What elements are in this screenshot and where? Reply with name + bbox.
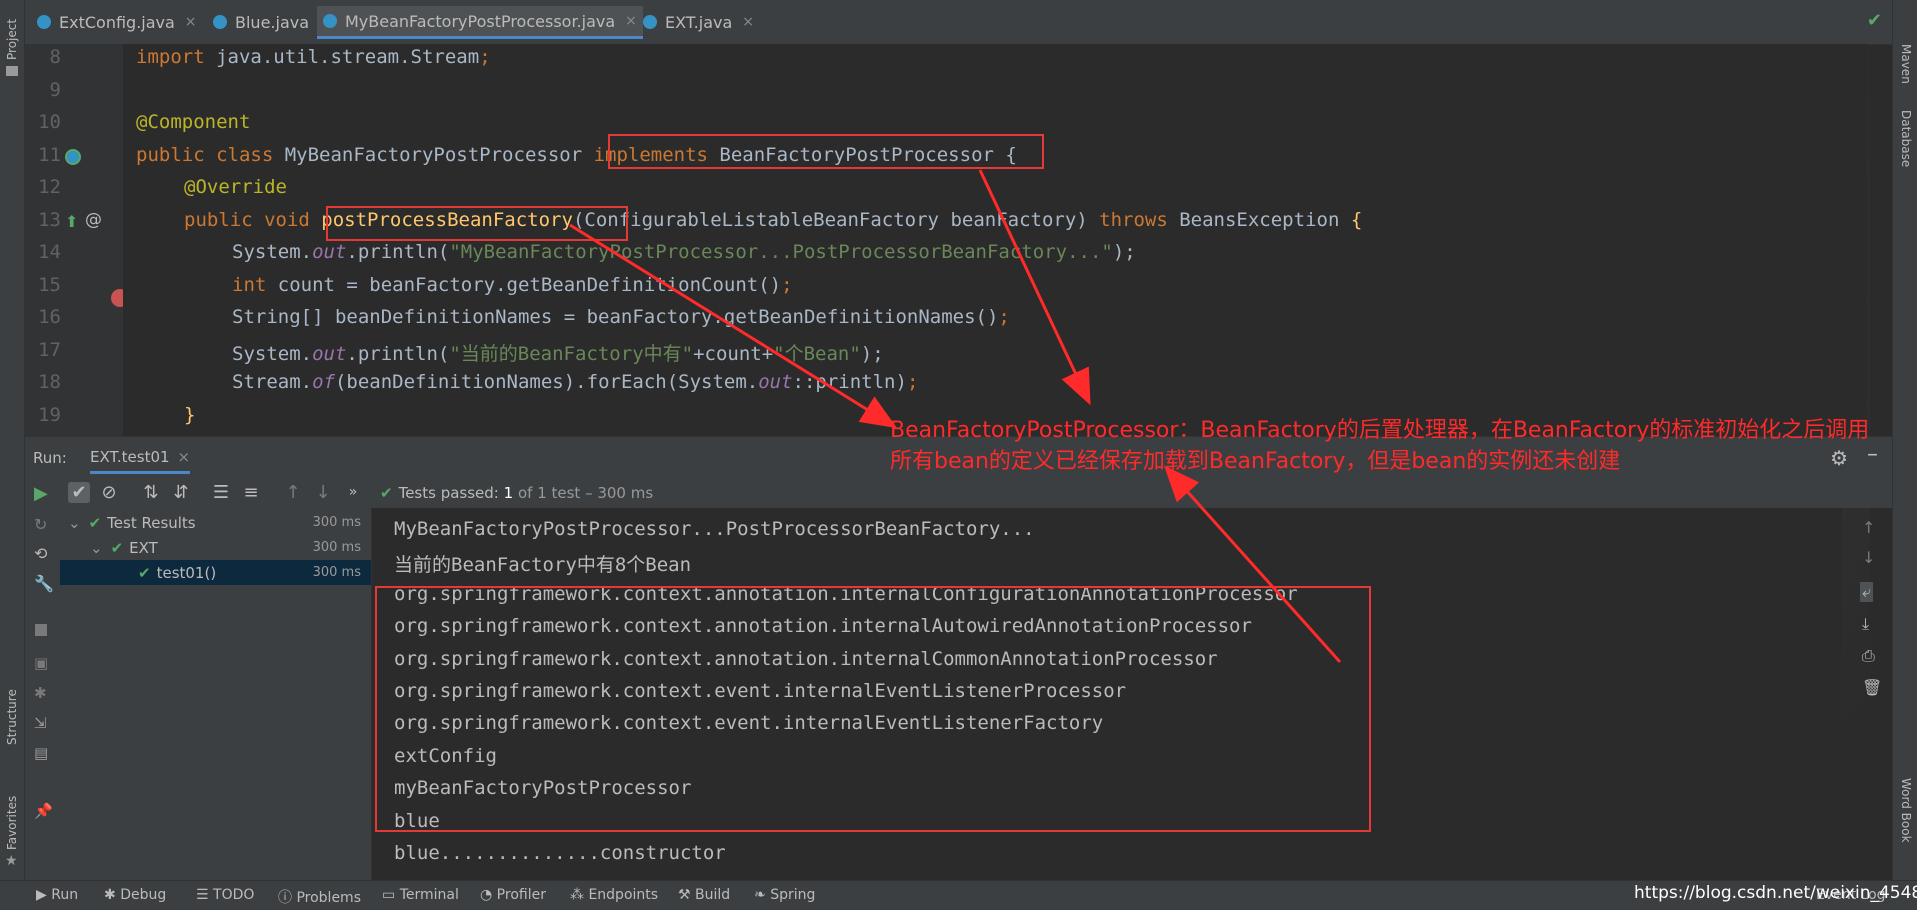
play-icon: ▶ xyxy=(36,887,52,903)
arrow-from-method xyxy=(569,223,898,429)
terminal-icon: ▭ xyxy=(382,887,400,903)
endpoints-tool-button[interactable]: ⁂ Endpoints xyxy=(570,887,658,903)
watermark: https://blog.csdn.net/weixin_45480785 xyxy=(1634,883,1917,903)
arrow-from-console xyxy=(1163,465,1342,664)
spring-tool-button[interactable]: ❧ Spring xyxy=(754,887,815,903)
leaf-icon: ❧ xyxy=(754,887,771,903)
build-tool-button[interactable]: ⚒ Build xyxy=(678,887,730,903)
endpoints-icon: ⁂ xyxy=(570,887,589,903)
todo-tool-button[interactable]: ☰ TODO xyxy=(196,887,254,903)
info-icon: ⓘ xyxy=(278,890,297,906)
hammer-icon: ⚒ xyxy=(678,887,696,903)
run-tool-button[interactable]: ▶ Run xyxy=(36,887,78,903)
bottom-tool-bar: ▶ Run ✱ Debug ☰ TODO ⓘ Problems ▭ Termin… xyxy=(0,880,1917,910)
terminal-tool-button[interactable]: ▭ Terminal xyxy=(382,887,459,903)
profiler-tool-button[interactable]: ◔ Profiler xyxy=(480,887,546,903)
list-icon: ☰ xyxy=(196,887,214,903)
annotation-arrows xyxy=(569,169,1342,664)
arrow-from-implements xyxy=(978,169,1091,406)
bug-icon: ✱ xyxy=(104,887,121,903)
debug-tool-button[interactable]: ✱ Debug xyxy=(104,887,166,903)
problems-tool-button[interactable]: ⓘ Problems xyxy=(278,887,361,907)
profiler-icon: ◔ xyxy=(480,887,497,903)
